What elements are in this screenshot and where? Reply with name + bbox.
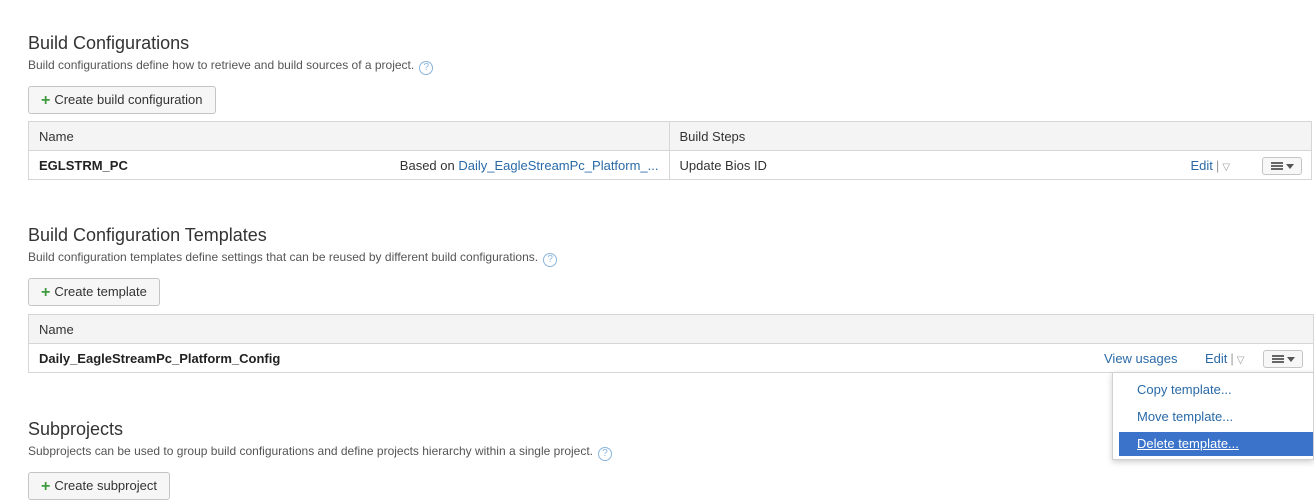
plus-icon: + — [41, 92, 51, 109]
build-configurations-table: Name Build Steps EGLSTRM_PC Based on Dai… — [28, 121, 1313, 180]
menu-item-move-template[interactable]: Move template... — [1119, 405, 1313, 429]
table-header-row: Name Build Steps — [28, 121, 1313, 151]
template-name-link[interactable]: Daily_EagleStreamPc_Platform_Config — [39, 351, 280, 366]
create-template-label: Create template — [54, 284, 147, 299]
create-subproject-label: Create subproject — [54, 478, 157, 493]
help-icon[interactable]: ? — [543, 253, 558, 267]
build-configurations-description: Build configurations define how to retri… — [28, 58, 434, 75]
build-configurations-description-text: Build configurations define how to retri… — [28, 58, 415, 72]
based-on: Based on Daily_EagleStreamPc_Platform_..… — [400, 158, 659, 173]
edit-link[interactable]: Edit — [1191, 158, 1213, 173]
help-icon[interactable]: ? — [598, 447, 613, 461]
separator: | — [1215, 158, 1220, 173]
create-build-configuration-button[interactable]: + Create build configuration — [28, 86, 216, 114]
based-on-label: Based on — [399, 158, 455, 173]
template-name-cell: Daily_EagleStreamPc_Platform_Config View… — [28, 343, 1314, 373]
menu-item-copy-template[interactable]: Copy template... — [1119, 378, 1313, 402]
build-configurations-title: Build Configurations — [28, 33, 190, 53]
view-usages-link[interactable]: View usages — [1104, 351, 1177, 366]
templates-table: Name Daily_EagleStreamPc_Platform_Config… — [28, 314, 1314, 373]
edit-link[interactable]: Edit — [1205, 351, 1227, 366]
subprojects-description-text: Subprojects can be used to group build c… — [28, 444, 594, 458]
build-steps-text: Update Bios ID — [679, 157, 767, 173]
config-name-link[interactable]: EGLSTRM_PC — [39, 158, 128, 173]
menu-item-delete-template[interactable]: Delete template... — [1119, 432, 1313, 456]
plus-icon: + — [41, 284, 51, 301]
templates-description-text: Build configuration templates define set… — [28, 250, 539, 264]
table-header-row: Name — [28, 314, 1314, 344]
list-icon — [1270, 162, 1283, 170]
separator: | — [1230, 351, 1234, 366]
edit-dropdown-icon[interactable]: ▽ — [1222, 162, 1230, 173]
edit-actions: Edit | ▽ — [1191, 158, 1231, 173]
create-template-button[interactable]: + Create template — [28, 278, 160, 306]
actions-menu-button[interactable] — [1263, 350, 1303, 368]
chevron-down-icon — [1285, 164, 1294, 169]
template-actions-menu: Copy template... Move template... Delete… — [1112, 372, 1314, 460]
templates-description: Build configuration templates define set… — [28, 250, 558, 267]
create-subproject-button[interactable]: + Create subproject — [28, 472, 170, 500]
edit-actions: Edit | ▽ — [1205, 351, 1245, 366]
plus-icon: + — [41, 478, 51, 495]
column-header-build-steps: Build Steps — [668, 121, 1313, 151]
based-on-template-link[interactable]: Daily_EagleStreamPc_Platform_... — [458, 158, 658, 173]
config-name-cell: EGLSTRM_PC Based on Daily_EagleStreamPc_… — [28, 150, 670, 180]
column-header-name: Name — [28, 121, 670, 151]
chevron-down-icon — [1287, 357, 1295, 362]
actions-menu-button[interactable] — [1261, 157, 1302, 175]
table-row: EGLSTRM_PC Based on Daily_EagleStreamPc_… — [28, 150, 1313, 180]
list-icon — [1272, 355, 1284, 363]
subprojects-description: Subprojects can be used to group build c… — [28, 444, 613, 461]
build-steps-cell: Update Bios ID Edit | ▽ — [668, 150, 1313, 180]
help-icon[interactable]: ? — [419, 61, 434, 75]
edit-dropdown-icon[interactable]: ▽ — [1237, 355, 1245, 366]
create-build-configuration-label: Create build configuration — [54, 92, 203, 107]
subprojects-title: Subprojects — [28, 419, 124, 439]
templates-title: Build Configuration Templates — [28, 225, 267, 245]
table-row: Daily_EagleStreamPc_Platform_Config View… — [28, 343, 1314, 373]
column-header-name: Name — [28, 314, 1314, 344]
